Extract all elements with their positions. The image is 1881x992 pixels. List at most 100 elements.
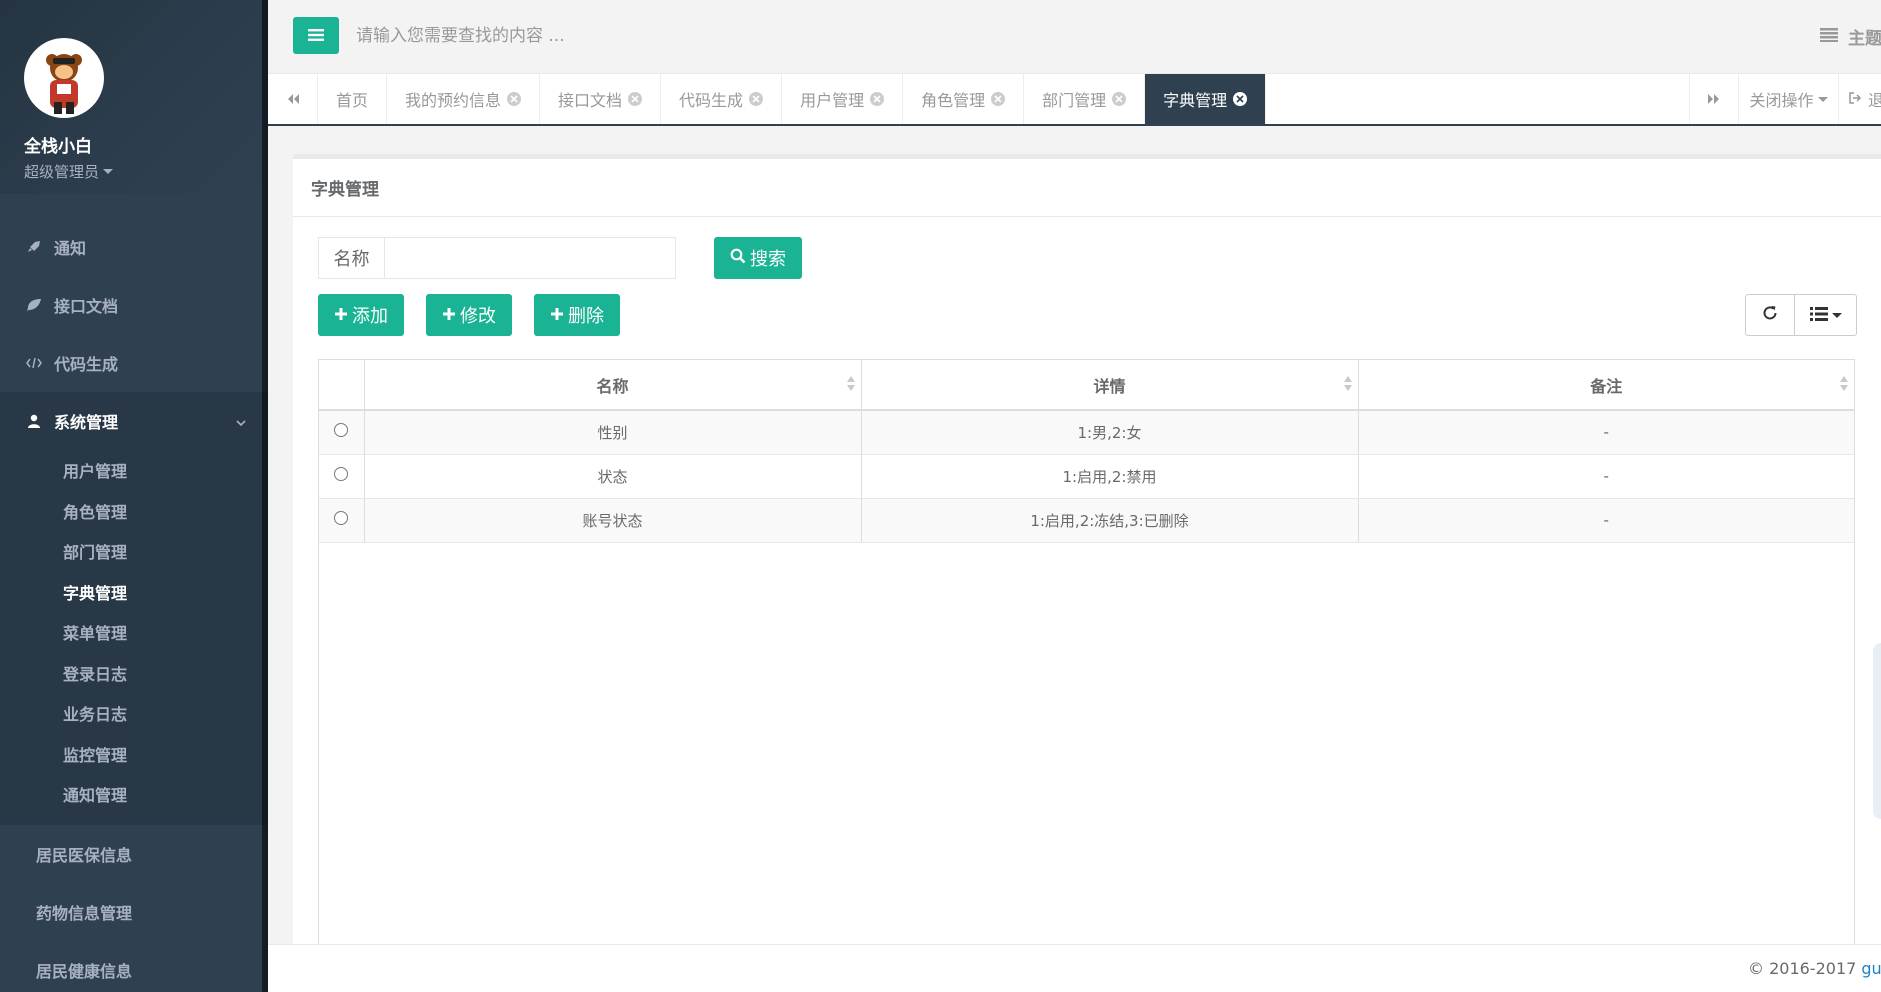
tab-label: 字典管理 bbox=[1163, 91, 1228, 110]
add-button[interactable]: 添加 bbox=[318, 294, 404, 336]
row-select-cell bbox=[319, 410, 365, 455]
close-icon[interactable] bbox=[991, 92, 1006, 106]
tab-roles[interactable]: 角色管理 bbox=[903, 74, 1025, 124]
column-header-remark[interactable]: 备注 bbox=[1358, 360, 1854, 411]
sign-out-icon bbox=[1848, 90, 1862, 109]
tab-codegen[interactable]: 代码生成 bbox=[661, 74, 783, 124]
sidebar-item-drug-info[interactable]: 药物信息管理 bbox=[0, 883, 268, 941]
sidebar-item-codegen[interactable]: 代码生成 bbox=[0, 334, 268, 392]
tab-api-docs[interactable]: 接口文档 bbox=[540, 74, 662, 124]
logout-button[interactable]: 退 bbox=[1848, 74, 1881, 124]
tab-scroll-right-button[interactable] bbox=[1689, 74, 1739, 124]
sort-icon bbox=[1343, 376, 1352, 391]
row-select-cell bbox=[319, 454, 365, 499]
close-operations-label: 关闭操作 bbox=[1749, 91, 1814, 110]
close-icon[interactable] bbox=[1233, 92, 1248, 106]
cell-remark: - bbox=[1358, 454, 1854, 499]
sidebar-item-notice[interactable]: 通知 bbox=[0, 218, 268, 276]
cell-detail: 1:男,2:女 bbox=[861, 410, 1359, 455]
page-title: 字典管理 bbox=[293, 159, 1881, 217]
top-navbar: 主题 bbox=[268, 0, 1881, 74]
close-operations-dropdown[interactable]: 关闭操作 bbox=[1739, 74, 1839, 124]
row-radio[interactable] bbox=[334, 511, 349, 525]
sidebar-subitem-departments[interactable]: 部门管理 bbox=[0, 531, 268, 572]
sidebar-item-api-docs[interactable]: 接口文档 bbox=[0, 276, 268, 334]
sidebar-subitem-menus[interactable]: 菜单管理 bbox=[0, 612, 268, 653]
theme-button[interactable]: 主题 bbox=[1820, 24, 1881, 49]
menu-toggle-button[interactable] bbox=[293, 17, 339, 54]
table-tools bbox=[1745, 294, 1857, 336]
copyright-link[interactable]: gun bbox=[1861, 959, 1881, 978]
system-submenu: 用户管理 角色管理 部门管理 字典管理 菜单管理 登录日志 业务日志 监控管理 … bbox=[0, 450, 268, 825]
sidebar-subitem-users[interactable]: 用户管理 bbox=[0, 450, 268, 491]
global-search-input[interactable] bbox=[356, 18, 856, 54]
row-radio[interactable] bbox=[334, 467, 349, 481]
sidebar-subitem-dictionary[interactable]: 字典管理 bbox=[0, 572, 268, 613]
double-chevron-right-icon bbox=[1707, 90, 1721, 109]
sort-icon bbox=[1840, 376, 1848, 391]
table-header-row: 名称 详情 备注 bbox=[319, 360, 1854, 411]
tab-dictionary[interactable]: 字典管理 bbox=[1145, 74, 1267, 124]
table-row[interactable]: 状态 1:启用,2:禁用 - bbox=[319, 454, 1854, 499]
edit-button[interactable]: 修改 bbox=[426, 294, 512, 336]
sidebar-subitem-notice-mgmt[interactable]: 通知管理 bbox=[0, 774, 268, 815]
leaf-icon bbox=[24, 298, 44, 312]
search-icon bbox=[730, 248, 746, 269]
tab-home[interactable]: 首页 bbox=[318, 74, 388, 124]
tab-users[interactable]: 用户管理 bbox=[782, 74, 904, 124]
double-chevron-left-icon bbox=[286, 90, 300, 109]
sidebar-subitem-monitor[interactable]: 监控管理 bbox=[0, 734, 268, 775]
column-header-detail[interactable]: 详情 bbox=[861, 360, 1359, 411]
tab-scroll-left-button[interactable] bbox=[268, 74, 318, 124]
sidebar-item-system[interactable]: 系统管理 bbox=[0, 392, 268, 450]
profile-name[interactable]: 全栈小白 bbox=[24, 132, 268, 157]
user-icon bbox=[24, 414, 44, 428]
caret-down-icon bbox=[103, 169, 114, 174]
page-tabs: 首页 我的预约信息 接口文档 代码生成 用户管理 角色管理 部门管理 字典管理 bbox=[318, 74, 1267, 124]
cell-name: 性别 bbox=[364, 410, 862, 455]
sidebar-item-health-info[interactable]: 居民健康信息 bbox=[0, 941, 268, 992]
sidebar-item-medical-insurance[interactable]: 居民医保信息 bbox=[0, 825, 268, 883]
table-row[interactable]: 账号状态 1:启用,2:冻结,3:已删除 - bbox=[319, 498, 1854, 543]
sidebar-scrollbar[interactable] bbox=[262, 0, 268, 992]
code-icon bbox=[24, 357, 44, 369]
profile-role-dropdown[interactable]: 超级管理员 bbox=[24, 161, 268, 182]
cell-detail: 1:启用,2:禁用 bbox=[861, 454, 1359, 499]
search-button[interactable]: 搜索 bbox=[714, 237, 802, 279]
row-radio[interactable] bbox=[334, 423, 349, 438]
tab-departments[interactable]: 部门管理 bbox=[1024, 74, 1146, 124]
sidebar-subitem-roles[interactable]: 角色管理 bbox=[0, 491, 268, 532]
side-widget-handle[interactable] bbox=[1873, 643, 1881, 819]
plus-icon bbox=[442, 305, 456, 326]
edit-button-label: 修改 bbox=[460, 306, 496, 327]
cell-name: 账号状态 bbox=[364, 498, 862, 543]
footer: © 2016-2017 gun bbox=[268, 944, 1881, 992]
sort-icon bbox=[846, 376, 855, 391]
close-icon[interactable] bbox=[628, 92, 643, 106]
cell-remark: - bbox=[1358, 410, 1854, 455]
column-header-name[interactable]: 名称 bbox=[364, 360, 862, 411]
copyright: © 2016-2017 gun bbox=[1748, 959, 1881, 978]
copyright-text: © 2016-2017 bbox=[1748, 959, 1862, 978]
sidebar-item-label: 代码生成 bbox=[54, 355, 119, 374]
cell-remark: - bbox=[1358, 498, 1854, 543]
close-icon[interactable] bbox=[507, 92, 522, 106]
hamburger-icon bbox=[308, 26, 324, 45]
column-header-label: 详情 bbox=[1093, 376, 1126, 396]
avatar[interactable] bbox=[24, 38, 104, 118]
close-icon[interactable] bbox=[870, 92, 885, 106]
delete-button-label: 删除 bbox=[568, 306, 604, 327]
close-icon[interactable] bbox=[749, 92, 764, 106]
tab-my-appointments[interactable]: 我的预约信息 bbox=[387, 74, 541, 124]
content-panel: 字典管理 名称 搜索 添加 修改 删除 名称 详情 备注 性别 1:男,2:女 … bbox=[293, 154, 1881, 949]
sidebar-subitem-business-log[interactable]: 业务日志 bbox=[0, 693, 268, 734]
rocket-icon bbox=[24, 240, 44, 254]
columns-toggle-button[interactable] bbox=[1794, 295, 1856, 335]
sidebar-subitem-login-log[interactable]: 登录日志 bbox=[0, 653, 268, 694]
delete-button[interactable]: 删除 bbox=[534, 294, 620, 336]
theme-label: 主题 bbox=[1848, 29, 1881, 49]
refresh-button[interactable] bbox=[1746, 295, 1794, 335]
close-icon[interactable] bbox=[1112, 92, 1127, 106]
table-row[interactable]: 性别 1:男,2:女 - bbox=[319, 410, 1854, 455]
name-search-input[interactable] bbox=[385, 238, 675, 278]
